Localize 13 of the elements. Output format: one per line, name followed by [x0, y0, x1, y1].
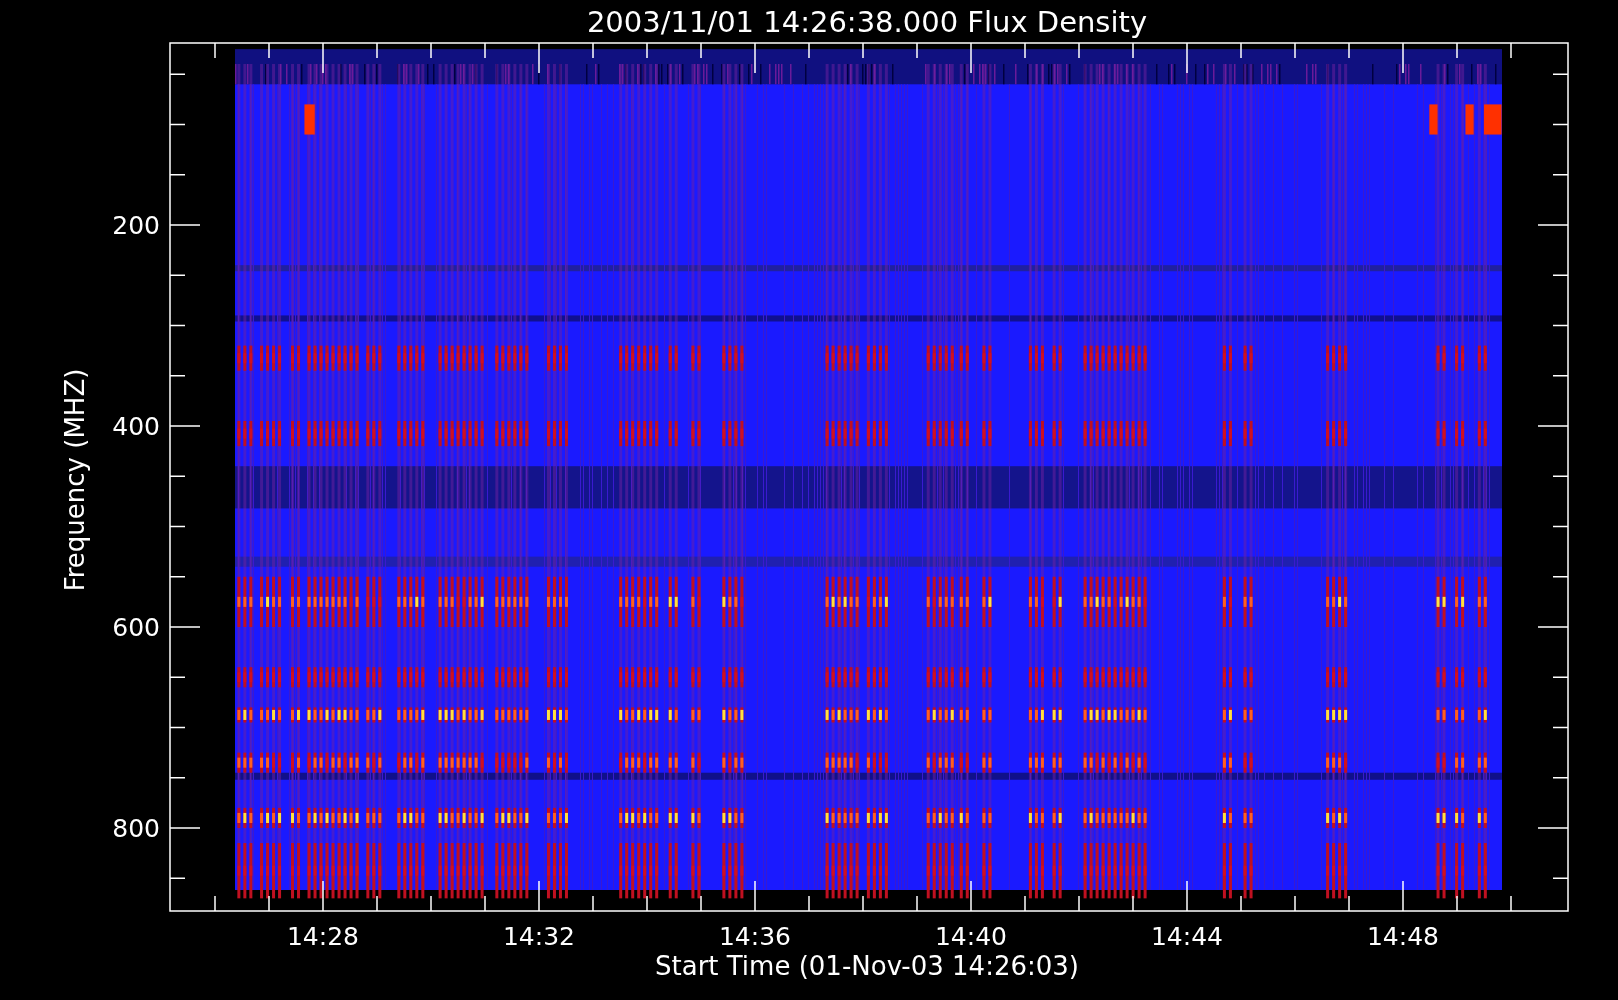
tick-label: 600 — [112, 613, 160, 642]
tick-label: 200 — [112, 211, 160, 240]
axis-title: Start Time (01-Nov-03 14:26:03) — [655, 951, 1079, 981]
tick-label: 14:44 — [1151, 922, 1223, 951]
tick-label: 14:40 — [935, 922, 1007, 951]
axis-title: Frequency (MHZ) — [60, 368, 90, 592]
tick-label: 14:32 — [503, 922, 575, 951]
tick-label: 14:28 — [287, 922, 359, 951]
tick-label: 14:48 — [1367, 922, 1439, 951]
tick-label: 14:36 — [719, 922, 791, 951]
chart-title: 2003/11/01 14:26:38.000 Flux Density — [586, 5, 1148, 39]
tick-label: 800 — [112, 814, 160, 843]
tick-label: 400 — [112, 412, 160, 441]
